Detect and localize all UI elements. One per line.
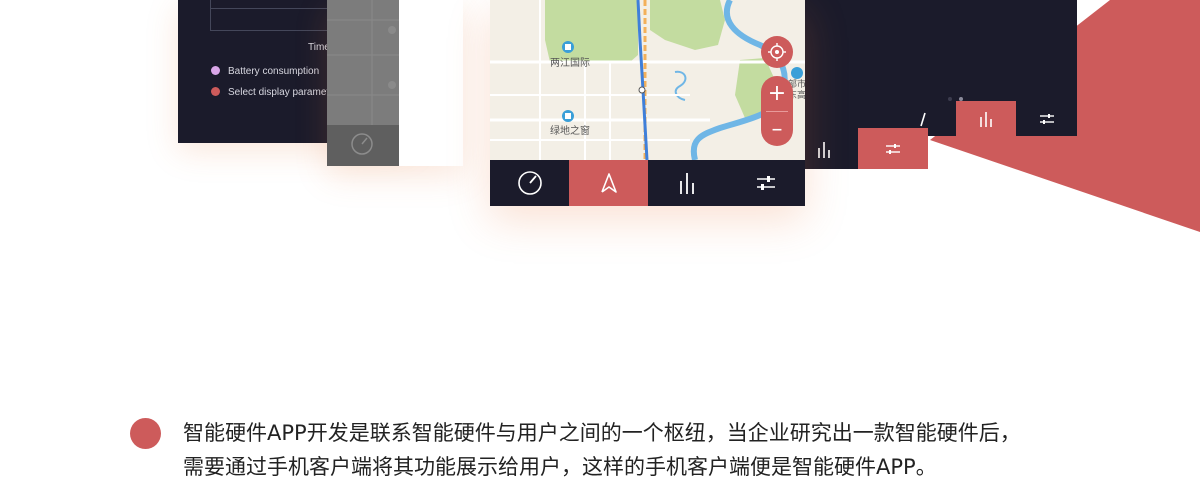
nav-settings-button[interactable] xyxy=(726,160,805,206)
map-canvas xyxy=(490,0,805,160)
nav-dashboard-button[interactable] xyxy=(490,160,569,206)
legend-dot xyxy=(211,87,220,96)
legend-label: Select display paramete xyxy=(228,87,335,98)
stats-nav-strip xyxy=(790,128,928,169)
speedometer-icon[interactable] xyxy=(327,125,399,166)
description-line: 需要通过手机客户端将其功能展示给用户，这样的手机客户端便是智能硬件APP。 xyxy=(183,455,937,479)
white-panel xyxy=(399,0,463,166)
main-nav-bar xyxy=(490,160,805,206)
legend-item-battery[interactable]: Battery consumption xyxy=(211,66,319,77)
bar-chart-icon xyxy=(680,173,694,194)
sliders-icon xyxy=(886,143,900,154)
speedometer-icon xyxy=(517,171,542,195)
nav-settings-button[interactable] xyxy=(858,128,928,169)
settings-screen xyxy=(805,0,1078,136)
legend-label: Battery consumption xyxy=(228,66,320,77)
sliders-icon xyxy=(756,176,775,190)
zoom-out-button[interactable]: – xyxy=(772,112,783,146)
legend-dot xyxy=(211,66,220,75)
grey-map-area xyxy=(327,0,399,125)
description-line: 智能硬件APP开发是联系智能硬件与用户之间的一个枢纽，当企业研究出一款智能硬件后… xyxy=(183,421,1021,445)
navigation-arrow-icon xyxy=(600,173,617,193)
poi-label[interactable]: 两江国际 xyxy=(550,54,590,69)
legend-item-select-parameter[interactable]: Select display paramete xyxy=(211,87,335,98)
poi-label[interactable]: 绿地之窗 xyxy=(550,122,590,137)
grey-map-screen xyxy=(327,0,463,166)
zoom-control: + – xyxy=(761,76,793,146)
bar-chart-icon xyxy=(818,141,830,158)
description-text: 智能硬件APP开发是联系智能硬件与用户之间的一个枢纽，当企业研究出一款智能硬件后… xyxy=(183,416,1163,484)
bullet-dot xyxy=(130,418,161,449)
sliders-icon xyxy=(1039,113,1054,124)
nav-stats-button[interactable] xyxy=(648,160,726,206)
nav-stats-button[interactable] xyxy=(955,101,1017,136)
locate-button[interactable] xyxy=(761,36,793,68)
zoom-in-button[interactable]: + xyxy=(768,76,786,111)
nav-navigation-button[interactable] xyxy=(569,160,648,206)
crosshair-icon xyxy=(768,43,786,61)
nav-settings-button[interactable] xyxy=(1016,101,1078,136)
map-view[interactable]: 两江国际 绿地之窗 部市 东高 + – xyxy=(490,0,805,160)
grey-nav-bar xyxy=(327,125,399,166)
map-screen: 两江国际 绿地之窗 部市 东高 + – xyxy=(490,0,805,206)
navigation-arrow-icon xyxy=(920,112,927,126)
bar-chart-icon xyxy=(980,111,992,127)
